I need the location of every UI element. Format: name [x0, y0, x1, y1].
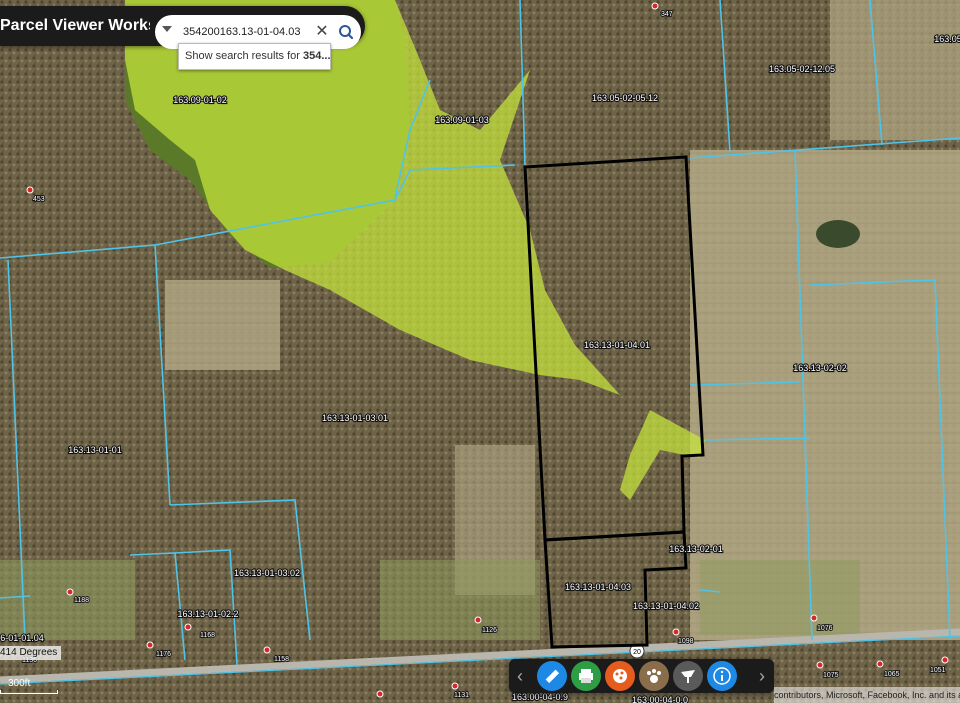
- paw-icon: [639, 661, 669, 691]
- info-icon: [707, 661, 737, 691]
- draw-icon: [673, 661, 703, 691]
- ruler-icon: [537, 661, 567, 691]
- parcel-label: 163.13-01-03.01: [322, 413, 388, 423]
- parcel-label: 163.13-01-04.03: [565, 582, 631, 592]
- parcel-label: 163.13-01-04.02: [633, 601, 699, 611]
- layers-button[interactable]: [605, 661, 635, 691]
- address-pin[interactable]: [26, 186, 34, 194]
- chevron-down-icon[interactable]: [162, 26, 172, 32]
- chevron-left-icon[interactable]: ‹: [513, 666, 527, 686]
- address-number: 1076: [817, 625, 833, 632]
- measure-button[interactable]: [537, 661, 567, 691]
- address-pin[interactable]: [816, 661, 824, 669]
- close-icon[interactable]: ✕: [313, 22, 331, 42]
- coordinate-readout: 414 Degrees: [0, 646, 62, 660]
- chevron-right-icon[interactable]: ›: [755, 666, 769, 686]
- print-button[interactable]: [571, 661, 601, 691]
- map-toolbar: ‹ ›: [509, 659, 774, 693]
- address-number: 1065: [884, 671, 900, 678]
- address-pin[interactable]: [451, 682, 459, 690]
- address-pin[interactable]: [376, 690, 384, 698]
- field-area: [830, 0, 960, 140]
- address-number: 453: [33, 196, 45, 203]
- search-input[interactable]: [183, 24, 311, 40]
- analysis-button[interactable]: [639, 661, 669, 691]
- palette-icon: [605, 661, 635, 691]
- suggestion-term: 354...: [303, 50, 331, 62]
- info-button[interactable]: [707, 661, 737, 691]
- parcel-label: 163.13-01-03.02: [234, 568, 300, 578]
- pond: [816, 220, 860, 248]
- parcel-label: 163.13-01-04.01: [584, 340, 650, 350]
- address-number: 1131: [454, 692, 469, 699]
- printer-icon: [571, 661, 601, 691]
- draw-button[interactable]: [673, 661, 703, 691]
- address-pin[interactable]: [941, 656, 949, 664]
- parcel-label: 163.13-02-01: [669, 544, 723, 554]
- address-pin[interactable]: [146, 641, 154, 649]
- address-number: 1051: [930, 667, 946, 674]
- lawn-area: [700, 560, 860, 635]
- scale-line: [0, 690, 58, 694]
- address-number: 1176: [156, 651, 171, 658]
- parcel-label: 163.13-01-02.2: [177, 609, 238, 619]
- app-header: Parcel Viewer Workspace ✕: [0, 6, 365, 49]
- scale-bar: 300ft: [0, 676, 58, 694]
- address-pin[interactable]: [876, 660, 884, 668]
- address-number: 1075: [823, 672, 839, 679]
- title-container: Parcel Viewer Workspace: [0, 6, 150, 46]
- parcel-label: 163.05: [934, 34, 960, 44]
- parcel-label: 163.09-01-02: [173, 95, 227, 105]
- address-number: 1098: [678, 638, 694, 645]
- suggestion-prefix: Show search results for: [185, 50, 303, 62]
- parcel-label: 163.00-04-0.9: [512, 692, 568, 702]
- search-suggestion[interactable]: Show search results for 354...: [178, 43, 331, 70]
- address-pin[interactable]: [672, 628, 680, 636]
- address-number: 1188: [74, 597, 89, 604]
- address-number: 1168: [200, 632, 215, 639]
- parcel-label: 163.13-01-01: [68, 445, 122, 455]
- search-button[interactable]: [333, 18, 359, 46]
- field-area: [165, 280, 280, 370]
- parcel-label: 6-01-01.04: [0, 633, 44, 643]
- address-pin[interactable]: [810, 614, 818, 622]
- parcel-label: 163.13-02-02: [793, 363, 847, 373]
- lawn-area: [0, 560, 135, 640]
- parcel-label: 163.05-02-12.05: [769, 64, 835, 74]
- route-number: 20: [633, 649, 641, 656]
- lawn-area: [380, 560, 540, 640]
- parcel-label: 163.05-02-05.12: [592, 93, 658, 103]
- search-icon: [339, 25, 354, 40]
- address-number: 347: [661, 11, 673, 18]
- address-pin[interactable]: [474, 616, 482, 624]
- parcel-label: 163.00-04-0.0: [632, 695, 688, 703]
- aerial-map[interactable]: 20 163.09-01-02 163.09-01-03 163.05-02-0…: [0, 0, 960, 703]
- address-number: 1158: [274, 656, 289, 663]
- scale-label: 300ft: [8, 678, 31, 689]
- address-pin[interactable]: [651, 2, 659, 10]
- address-pin[interactable]: [184, 623, 192, 631]
- parcel-label: 163.09-01-03: [435, 115, 489, 125]
- address-pin[interactable]: [66, 588, 74, 596]
- map-attribution: contributors, Microsoft, Facebook, Inc. …: [774, 687, 960, 703]
- app-title: Parcel Viewer Workspace: [0, 17, 150, 34]
- address-pin[interactable]: [263, 646, 271, 654]
- address-number: 1126: [482, 627, 497, 634]
